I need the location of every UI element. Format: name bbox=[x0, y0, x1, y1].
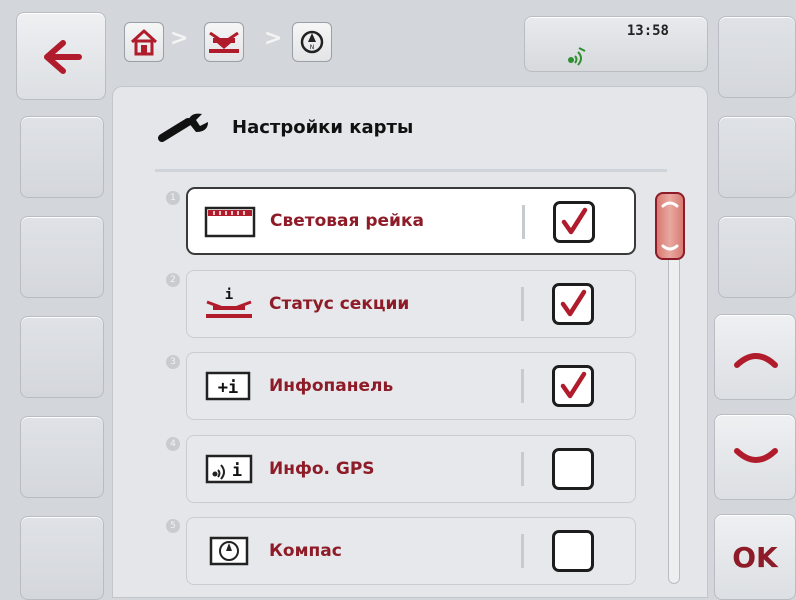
section-status-checkbox[interactable] bbox=[552, 283, 594, 325]
breadcrumb-home[interactable] bbox=[124, 22, 164, 62]
list-item-lightbar[interactable]: Световая рейка bbox=[186, 187, 636, 255]
softkey-left-5[interactable] bbox=[20, 416, 104, 498]
checkmark-icon bbox=[560, 289, 587, 317]
title-divider bbox=[155, 169, 667, 172]
breadcrumb-separator: > bbox=[170, 26, 189, 51]
gps-info-icon: i bbox=[203, 451, 255, 487]
softkey-right-2[interactable] bbox=[718, 116, 796, 198]
svg-text:i: i bbox=[232, 461, 242, 481]
breadcrumb-separator-2: > bbox=[264, 26, 283, 51]
checkmark-icon bbox=[560, 371, 587, 399]
ok-label: OK bbox=[732, 540, 778, 574]
compass-icon: N bbox=[300, 30, 324, 54]
checkmark-icon bbox=[561, 207, 588, 235]
sprayer-icon bbox=[209, 31, 239, 53]
lightbar-icon bbox=[204, 204, 256, 240]
chevron-down-icon bbox=[734, 448, 778, 463]
softkey-right-1[interactable] bbox=[718, 16, 796, 98]
list-item-compass[interactable]: Компас bbox=[186, 517, 636, 585]
row-divider bbox=[521, 369, 524, 403]
scroll-down-button[interactable] bbox=[714, 414, 796, 500]
list-item-infopanel[interactable]: +i Инфопанель bbox=[186, 352, 636, 420]
row-number-4: 4 bbox=[166, 437, 180, 451]
list-item-label: Компас bbox=[269, 541, 342, 561]
list-item-label: Световая рейка bbox=[270, 211, 424, 231]
softkey-right-3[interactable] bbox=[718, 216, 796, 298]
svg-text:+i: +i bbox=[218, 378, 238, 398]
softkey-left-3[interactable] bbox=[20, 216, 104, 298]
ok-button[interactable]: OK bbox=[714, 514, 796, 600]
row-number-2: 2 bbox=[166, 273, 180, 287]
list-item-section-status[interactable]: i Статус секции bbox=[186, 270, 636, 338]
home-icon bbox=[130, 29, 158, 56]
scroll-up-button[interactable] bbox=[714, 314, 796, 400]
infopanel-icon: +i bbox=[203, 368, 255, 404]
softkey-left-2[interactable] bbox=[20, 116, 104, 198]
compass-checkbox[interactable] bbox=[552, 530, 594, 572]
scrollbar-thumb[interactable] bbox=[655, 192, 685, 260]
clock-time: 13:58 bbox=[626, 23, 669, 39]
svg-text:N: N bbox=[310, 44, 315, 51]
list-item-gps-info[interactable]: i Инфо. GPS bbox=[186, 435, 636, 503]
breadcrumb-compass[interactable]: N bbox=[292, 22, 332, 62]
lightbar-checkbox[interactable] bbox=[553, 201, 595, 243]
back-button[interactable] bbox=[16, 12, 106, 100]
infopanel-checkbox[interactable] bbox=[552, 365, 594, 407]
status-box: 13:58 bbox=[524, 16, 708, 72]
chevron-up-icon bbox=[734, 353, 778, 368]
arrow-left-icon bbox=[44, 40, 82, 74]
list-item-label: Инфопанель bbox=[269, 376, 394, 396]
gps-signal-icon bbox=[568, 47, 586, 66]
svg-text:i: i bbox=[225, 287, 233, 303]
list-item-label: Статус секции bbox=[269, 294, 410, 314]
softkey-left-4[interactable] bbox=[20, 316, 104, 398]
row-divider bbox=[521, 452, 524, 486]
row-number-1: 1 bbox=[166, 191, 180, 205]
section-status-icon: i bbox=[203, 286, 255, 322]
gps-info-checkbox[interactable] bbox=[552, 448, 594, 490]
page-title: Настройки карты bbox=[232, 117, 414, 138]
scroll-arrows-icon bbox=[661, 201, 679, 251]
row-divider bbox=[521, 534, 524, 568]
softkey-left-6[interactable] bbox=[20, 516, 104, 600]
row-divider bbox=[521, 287, 524, 321]
breadcrumb-sprayer[interactable] bbox=[204, 22, 244, 62]
row-number-3: 3 bbox=[166, 355, 180, 369]
row-divider bbox=[522, 205, 525, 239]
wrench-icon bbox=[158, 113, 208, 142]
row-number-5: 5 bbox=[166, 519, 180, 533]
list-item-label: Инфо. GPS bbox=[269, 459, 375, 479]
compass-icon bbox=[203, 533, 255, 569]
